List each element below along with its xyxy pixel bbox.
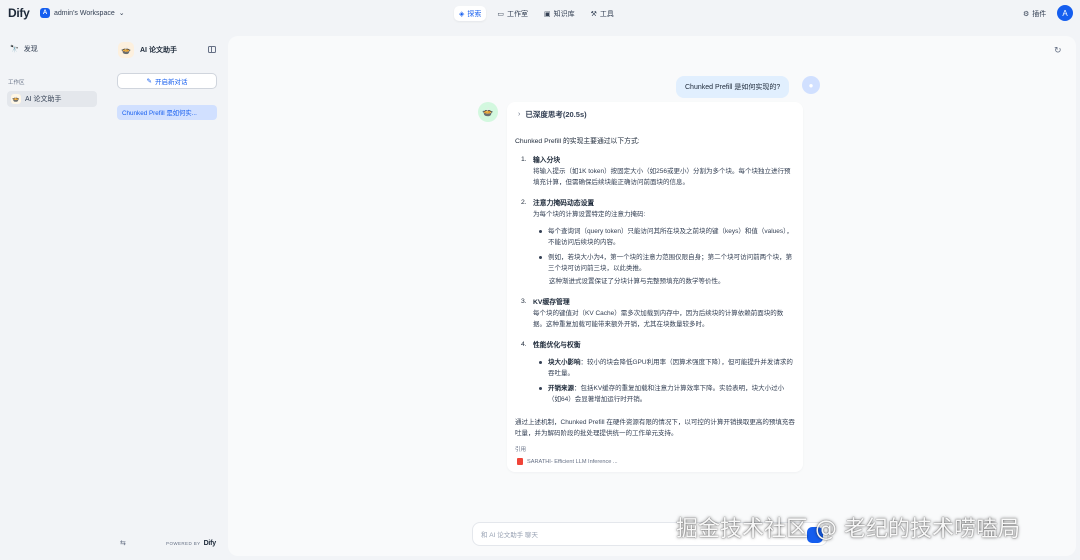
compass-icon: ◈	[459, 10, 465, 18]
assistant-message: › 已深度思考(20.5s) Chunked Prefill 的实现主要通过以下…	[507, 102, 803, 472]
list-item: 每个查询词（query token）只能访问其所在块及之前块的键（keys）和值…	[539, 226, 795, 248]
sidebar-item-ai-paper-assistant[interactable]: 🍲 AI 论文助手	[7, 91, 97, 107]
refresh-icon[interactable]: ↻	[1054, 45, 1062, 56]
app-header: 🍲 AI 论文助手	[118, 42, 177, 58]
powered-by-label: POWERED BY	[166, 540, 201, 546]
assistant-avatar: 🍲	[478, 102, 498, 122]
nav-tools-label: 工具	[599, 10, 614, 18]
chevron-right-icon: ›	[518, 111, 521, 118]
watermark: 掘金技术社区 @ 老纪的技术唠嗑局	[676, 517, 1020, 542]
workspace-name: admin's Workspace	[54, 9, 115, 17]
new-chat-label: 开启新对话	[154, 79, 188, 86]
sidebar-collapse-icon[interactable]	[208, 46, 216, 53]
panel-footer: ⇆ POWERED BY Dify	[120, 539, 216, 548]
deep-think-toggle[interactable]: › 已深度思考(20.5s)	[518, 109, 795, 120]
list-item-text: ：较小的块会降低GPU利用率（因算术强度下降），但可能提升并发请求的吞吐量。	[548, 359, 793, 377]
app-bowl-icon: 🍲	[11, 94, 21, 104]
section-text: 为每个块的计算设置特定的注意力掩码:	[533, 211, 646, 218]
list-item-text: 例如，若块大小为4，第一个块的注意力范围仅限自身；第二个块可访问前两个块，第三个…	[548, 254, 793, 272]
left-sidebar: 🔭 发现 工作区 🍲 AI 论文助手	[0, 28, 106, 560]
top-bar: Dify A admin's Workspace ⌄ ◈ 探索 ▭ 工作室 ▣ …	[0, 0, 1080, 28]
nav-knowledge-label: 知识库	[553, 10, 575, 18]
section-number: 3.	[521, 298, 527, 305]
nav-knowledge[interactable]: ▣ 知识库	[539, 6, 580, 21]
powered-by-logo: Dify	[203, 539, 217, 547]
chevron-down-icon: ⌄	[118, 10, 125, 17]
nav-studio[interactable]: ▭ 工作室	[492, 6, 533, 21]
nav-explore-label: 探索	[467, 10, 482, 18]
dify-logo[interactable]: Dify	[8, 6, 30, 20]
list-item-bold: 开销来源	[548, 385, 574, 392]
plugins-button[interactable]: ⚙ 插件	[1023, 9, 1046, 19]
edit-icon: ✎	[146, 78, 152, 85]
citation-chip[interactable]: SARATHI- Efficient LLM Inference ...	[517, 458, 795, 465]
new-chat-button[interactable]: ✎ 开启新对话	[117, 73, 217, 89]
app-title: AI 论文助手	[140, 47, 177, 54]
nav-studio-label: 工作室	[507, 10, 529, 18]
discover-link[interactable]: 🔭 发现	[10, 44, 38, 54]
chat-input-placeholder: 和 AI 论文助手 聊天	[481, 532, 539, 539]
nav-tools[interactable]: ⚒ 工具	[586, 6, 619, 21]
answer-section: 4. 性能优化与权衡 块大小影响：较小的块会降低GPU利用率（因算术强度下降），…	[521, 341, 795, 409]
list-item: 块大小影响：较小的块会降低GPU利用率（因算术强度下降），但可能提升并发请求的吞…	[539, 357, 795, 379]
section-title: 输入分块	[533, 157, 561, 164]
answer-summary: 通过上述机制，Chunked Prefill 在硬件资源有限的情况下，以可控的计…	[515, 419, 795, 437]
conversation-item[interactable]: Chunked Prefill 是如何实...	[117, 105, 217, 120]
section-number: 4.	[521, 341, 527, 348]
section-number: 1.	[521, 156, 527, 163]
plugins-label: 插件	[1032, 11, 1047, 18]
chat-area: ↻ Chunked Prefill 是如何实现的? ● 🍲 › 已深度思考(20…	[228, 36, 1076, 556]
section-title: KV缓存管理	[533, 299, 570, 306]
workspace-section-label: 工作区	[8, 80, 25, 86]
list-item: 例如，若块大小为4，第一个块的注意力范围仅限自身；第二个块可访问前两个块，第三个…	[539, 252, 795, 274]
tools-icon: ⚒	[590, 10, 597, 18]
answer-intro: Chunked Prefill 的实现主要通过以下方式:	[515, 138, 640, 145]
list-item-text: ：包括KV缓存的重复加载和注意力计算效率下降。实验表明，块大小过小（如64）会显…	[548, 385, 785, 403]
workspace-badge: A	[40, 8, 50, 18]
conversation-panel: 🍲 AI 论文助手 ✎ 开启新对话 Chunked Prefill 是如何实..…	[110, 36, 226, 556]
telescope-icon: 🔭	[10, 46, 19, 53]
list-item-bold: 块大小影响	[548, 359, 581, 366]
answer-section: 2. 注意力掩码动态设置 为每个块的计算设置特定的注意力掩码: 每个查询词（qu…	[521, 199, 795, 287]
pdf-icon	[517, 458, 523, 465]
list-item: 开销来源：包括KV缓存的重复加载和注意力计算效率下降。实验表明，块大小过小（如6…	[539, 383, 795, 405]
section-number: 2.	[521, 199, 527, 206]
user-message: Chunked Prefill 是如何实现的?	[676, 76, 790, 98]
user-avatar[interactable]: A	[1057, 5, 1073, 21]
swap-icon[interactable]: ⇆	[120, 539, 126, 547]
citation-text: SARATHI- Efficient LLM Inference ...	[527, 458, 618, 465]
plugin-icon: ⚙	[1023, 11, 1030, 18]
section-text: 每个块的键值对（KV Cache）需多次加载到内存中，因为后续块的计算依赖前面块…	[533, 310, 784, 328]
deep-think-label: 已深度思考(20.5s)	[525, 110, 587, 119]
user-message-avatar: ●	[802, 76, 820, 94]
nav-explore[interactable]: ◈ 探索	[454, 6, 487, 21]
main-nav: ◈ 探索 ▭ 工作室 ▣ 知识库 ⚒ 工具	[454, 6, 619, 21]
sidebar-item-label: AI 论文助手	[25, 96, 62, 103]
answer-section: 3. KV缓存管理 每个块的键值对（KV Cache）需多次加载到内存中，因为后…	[521, 298, 795, 330]
section-text: 将输入提示（如1K token）按固定大小（如256或更小）分割为多个块。每个块…	[533, 168, 791, 186]
section-title: 性能优化与权衡	[533, 342, 581, 349]
studio-icon: ▭	[497, 10, 505, 18]
section-title: 注意力掩码动态设置	[533, 200, 595, 207]
answer-section: 1. 输入分块 将输入提示（如1K token）按固定大小（如256或更小）分割…	[521, 156, 795, 188]
knowledge-icon: ▣	[544, 10, 551, 18]
list-followup-text: 这种渐进式设置保证了分块计算与完整预填充的数学等价性。	[549, 278, 725, 285]
workspace-switcher[interactable]: A admin's Workspace ⌄	[40, 8, 125, 18]
app-bowl-icon: 🍲	[118, 42, 134, 58]
citation-label: 引用	[515, 447, 527, 453]
list-item-text: 每个查询词（query token）只能访问其所在块及之前块的键（keys）和值…	[548, 228, 793, 246]
powered-by: POWERED BY Dify	[166, 540, 216, 547]
discover-label: 发现	[23, 46, 38, 53]
